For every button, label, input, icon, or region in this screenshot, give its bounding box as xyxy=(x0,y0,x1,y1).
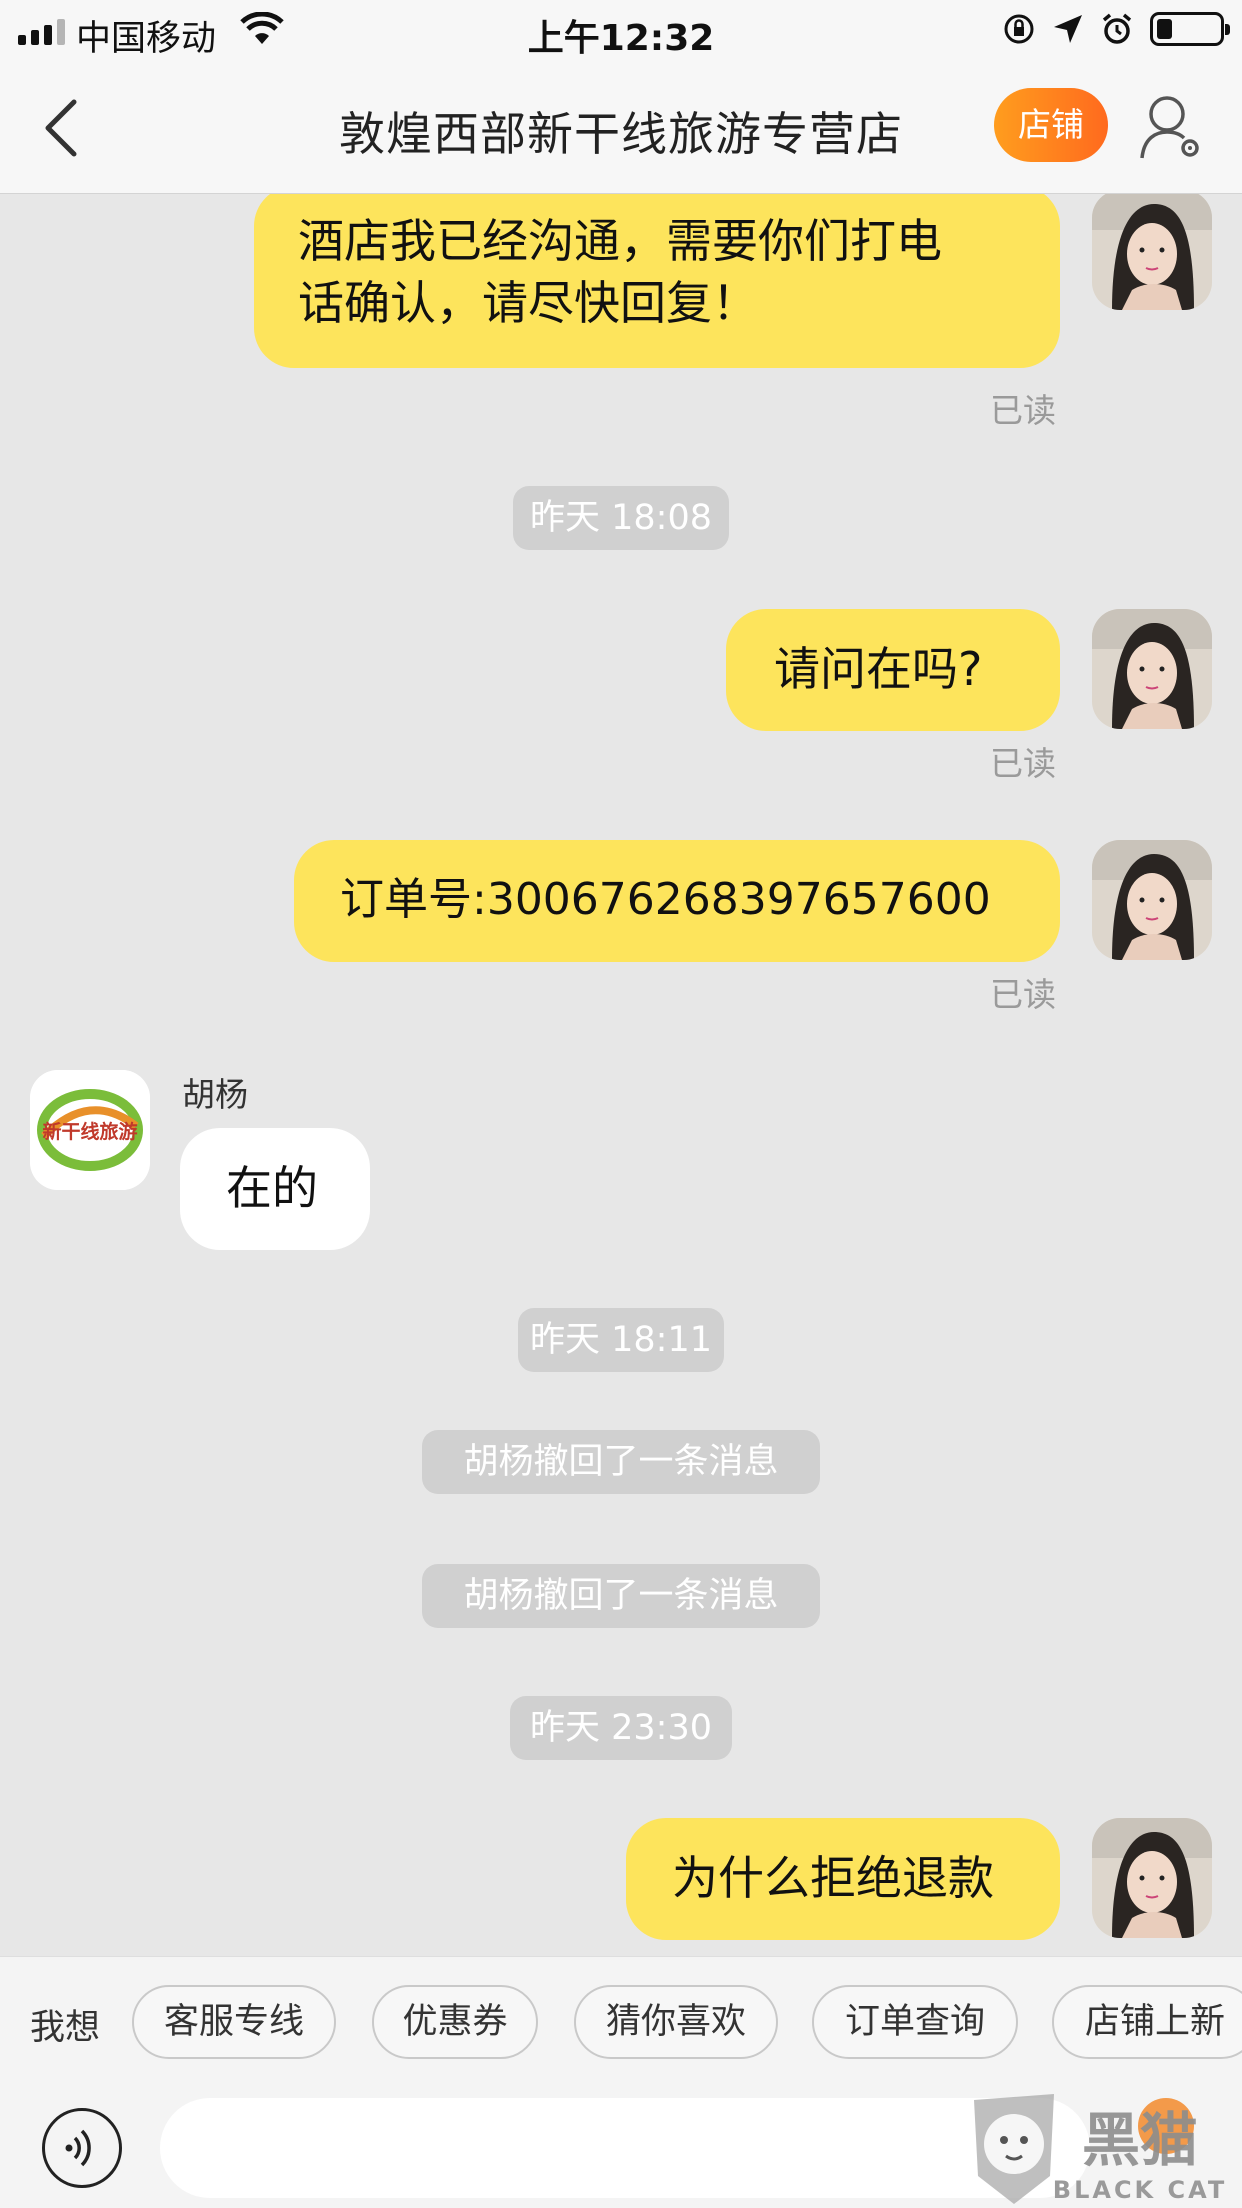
my-avatar[interactable] xyxy=(1092,609,1212,729)
chip-recommendations[interactable]: 猜你喜欢 xyxy=(574,1985,778,2059)
timestamp: 昨天 18:11 xyxy=(518,1308,724,1372)
timestamp: 昨天 18:08 xyxy=(513,486,729,550)
my-avatar[interactable] xyxy=(1092,194,1212,310)
outgoing-message[interactable]: 酒店我已经沟通，需要你们打电 话确认，请尽快回复！ xyxy=(254,194,1060,368)
message-text: 在的 xyxy=(226,1161,318,1215)
outgoing-message[interactable]: 订单号:3006762683976576​00 xyxy=(294,840,1060,962)
system-recall-notice: 胡杨撤回了一条消息 xyxy=(422,1430,820,1494)
read-receipt: 已读 xyxy=(990,391,1056,430)
read-receipt: 已读 xyxy=(990,975,1056,1014)
message-text-line: 话确认，请尽快回复！ xyxy=(298,276,758,330)
my-avatar[interactable] xyxy=(1092,840,1212,960)
chip-coupons[interactable]: 优惠券 xyxy=(372,1985,538,2059)
timestamp: 昨天 23:30 xyxy=(510,1696,732,1760)
quick-actions-label: 我想 xyxy=(30,2008,101,2048)
chip-customer-service[interactable]: 客服专线 xyxy=(132,1985,336,2059)
watermark-subtext: BLACK CAT xyxy=(1053,2176,1227,2204)
chip-new-arrivals[interactable]: 店铺上新 xyxy=(1052,1985,1242,2059)
location-arrow-icon xyxy=(1054,15,1082,43)
watermark-text: 黑猫 xyxy=(1082,2106,1198,2174)
message-text: 订单号:3006762683976576​00 xyxy=(340,874,991,925)
shop-button[interactable]: 店铺 xyxy=(994,88,1108,162)
battery-icon xyxy=(1150,12,1230,46)
message-input[interactable] xyxy=(160,2098,1090,2198)
voice-icon[interactable] xyxy=(42,2108,122,2188)
message-text: 为什么拒绝退款 xyxy=(672,1851,994,1905)
status-bar: 中国移动 上午12:32 xyxy=(0,0,1242,62)
nav-bar: 敦煌西部新干线旅游专营店 店铺 xyxy=(0,62,1242,194)
shop-avatar[interactable]: 新干线旅游 xyxy=(30,1070,150,1190)
orientation-lock-icon xyxy=(1004,14,1034,44)
outgoing-message[interactable]: 请问在吗? xyxy=(726,609,1060,731)
system-recall-notice: 胡杨撤回了一条消息 xyxy=(422,1564,820,1628)
chip-order-query[interactable]: 订单查询 xyxy=(812,1985,1018,2059)
chat-area[interactable]: 酒店我已经沟通，需要你们打电 话确认，请尽快回复！ 已读 昨天 18:08 请问… xyxy=(0,194,1242,1956)
message-text-line: 酒店我已经沟通，需要你们打电 xyxy=(298,214,942,268)
read-receipt: 已读 xyxy=(990,744,1056,783)
outgoing-message[interactable]: 为什么拒绝退款 xyxy=(626,1818,1060,1940)
shop-logo-text: 新干线旅游 xyxy=(42,1120,137,1143)
quick-actions-bar[interactable]: 我想 客服专线 优惠券 猜你喜欢 订单查询 店铺上新 xyxy=(0,1956,1242,2084)
sender-name: 胡杨 xyxy=(182,1075,248,1114)
alarm-icon xyxy=(1102,13,1132,44)
user-settings-icon[interactable] xyxy=(1138,92,1204,162)
my-avatar[interactable] xyxy=(1092,1818,1212,1938)
watermark-logo: 黑猫 BLACK CAT xyxy=(968,2086,1242,2208)
message-text: 请问在吗? xyxy=(774,642,983,696)
incoming-message[interactable]: 在的 xyxy=(180,1128,370,1250)
